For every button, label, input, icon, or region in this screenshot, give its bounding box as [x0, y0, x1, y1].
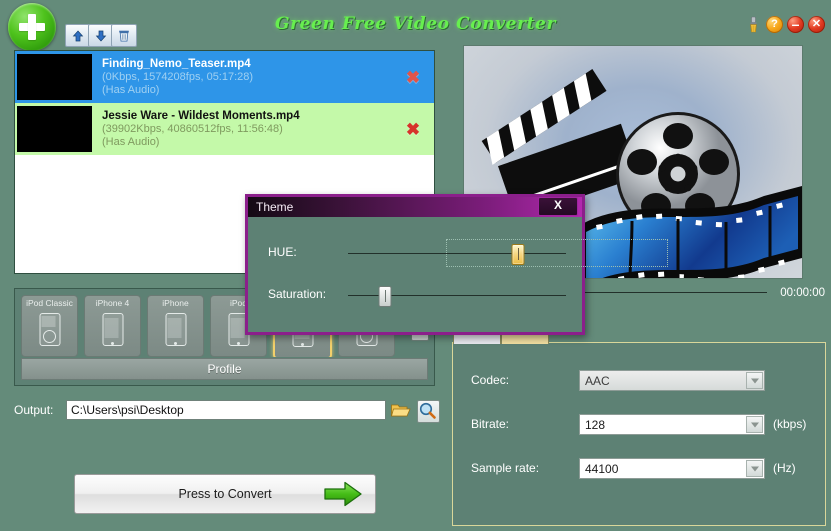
saturation-slider[interactable]	[348, 282, 566, 308]
open-folder-button[interactable]	[417, 400, 440, 423]
list-item[interactable]: Finding_Nemo_Teaser.mp4 (0Kbps, 1574208f…	[15, 51, 434, 103]
arrow-right-icon	[323, 481, 363, 507]
close-button[interactable]: ✕	[808, 16, 825, 33]
setting-row-codec: Codec: AAC	[453, 370, 825, 392]
theme-dialog: Theme X HUE: Saturation:	[245, 194, 585, 335]
help-button[interactable]: ?	[766, 16, 783, 33]
bitrate-select[interactable]: 128	[579, 414, 765, 435]
profile-tile-label: iPhone 4	[85, 298, 140, 308]
theme-dialog-close-button[interactable]: X	[538, 197, 578, 216]
hue-slider-track	[348, 253, 566, 254]
file-info: Jessie Ware - Wildest Moments.mp4 (39902…	[102, 109, 398, 149]
close-glyph: ✕	[808, 16, 825, 33]
hue-slider-row: HUE:	[248, 240, 582, 266]
sample-rate-value: 44100	[585, 462, 618, 476]
help-glyph: ?	[766, 16, 783, 33]
minimize-button[interactable]: –	[787, 16, 804, 33]
minimize-glyph: –	[787, 14, 804, 33]
profile-label[interactable]: Profile	[21, 358, 428, 380]
video-thumbnail	[17, 106, 92, 152]
profile-tile-ipod-classic[interactable]: iPod Classic	[21, 295, 78, 357]
profile-tile-iphone[interactable]: iPhone	[147, 295, 204, 357]
chevron-down-icon[interactable]	[746, 372, 763, 389]
setting-row-bitrate: Bitrate: 128 (kbps)	[453, 414, 825, 436]
convert-button[interactable]: Press to Convert	[74, 474, 376, 514]
codec-select[interactable]: AAC	[579, 370, 765, 391]
profile-tile-label: iPhone	[148, 298, 203, 308]
file-meta: (39902Kbps, 40860512fps, 11:56:48)	[102, 123, 398, 136]
output-path-input[interactable]	[66, 400, 386, 420]
playback-time: 00:00:00	[780, 285, 825, 301]
output-row: Output:	[14, 400, 433, 424]
iphone-icon	[165, 313, 186, 346]
thumb-nub	[518, 248, 519, 260]
browse-folder-button[interactable]	[390, 400, 411, 421]
file-meta: (0Kbps, 1574208fps, 05:17:28)	[102, 71, 398, 84]
file-info: Finding_Nemo_Teaser.mp4 (0Kbps, 1574208f…	[102, 57, 398, 97]
chevron-down-icon[interactable]	[746, 460, 763, 477]
title-bar: Green Free Video Converter ? – ✕	[0, 0, 831, 45]
chevron-down-icon[interactable]	[746, 416, 763, 433]
file-audio-flag: (Has Audio)	[102, 136, 398, 149]
saturation-slider-thumb[interactable]	[379, 286, 392, 307]
arrow-up-icon	[72, 30, 84, 42]
theme-dialog-titlebar[interactable]	[248, 197, 582, 217]
file-name: Finding_Nemo_Teaser.mp4	[102, 57, 398, 71]
app-window: Green Free Video Converter ? – ✕	[0, 0, 831, 531]
file-name: Jessie Ware - Wildest Moments.mp4	[102, 109, 398, 123]
folder-open-icon	[390, 400, 411, 420]
audio-settings-panel: Codec: AAC Bitrate: 128 (kbps) Sample ra…	[452, 342, 826, 526]
theme-dialog-title: Theme	[256, 200, 293, 214]
sample-rate-label: Sample rate:	[471, 461, 539, 475]
hue-slider[interactable]	[348, 240, 566, 266]
list-item[interactable]: Jessie Ware - Wildest Moments.mp4 (39902…	[15, 103, 434, 155]
sample-rate-unit: (Hz)	[773, 461, 796, 475]
sample-rate-select[interactable]: 44100	[579, 458, 765, 479]
hue-slider-thumb[interactable]	[512, 244, 525, 265]
saturation-slider-row: Saturation:	[248, 282, 582, 308]
bitrate-label: Bitrate:	[471, 417, 509, 431]
hue-label: HUE:	[268, 245, 297, 259]
video-thumbnail	[17, 54, 92, 100]
window-controls: ? – ✕	[745, 16, 825, 33]
magnifier-icon	[418, 401, 437, 420]
output-label: Output:	[14, 403, 53, 417]
profile-tile-iphone-4[interactable]: iPhone 4	[84, 295, 141, 357]
profile-tile-label: iPod Classic	[22, 298, 77, 308]
add-file-button[interactable]	[8, 3, 56, 51]
iphone-icon	[102, 313, 123, 346]
codec-value: AAC	[585, 374, 610, 388]
bitrate-value: 128	[585, 418, 605, 432]
thumb-nub	[385, 290, 386, 302]
delete-file-button[interactable]	[111, 24, 137, 47]
theme-brush-icon[interactable]	[745, 16, 762, 33]
remove-file-button[interactable]: ✖	[398, 121, 428, 138]
bitrate-unit: (kbps)	[773, 417, 806, 431]
trash-icon	[118, 29, 130, 42]
saturation-label: Saturation:	[268, 287, 326, 301]
arrow-down-icon	[95, 30, 107, 42]
codec-label: Codec:	[471, 373, 509, 387]
file-audio-flag: (Has Audio)	[102, 84, 398, 97]
remove-file-button[interactable]: ✖	[398, 69, 428, 86]
ipod-classic-icon	[39, 313, 60, 346]
setting-row-samplerate: Sample rate: 44100 (Hz)	[453, 458, 825, 480]
